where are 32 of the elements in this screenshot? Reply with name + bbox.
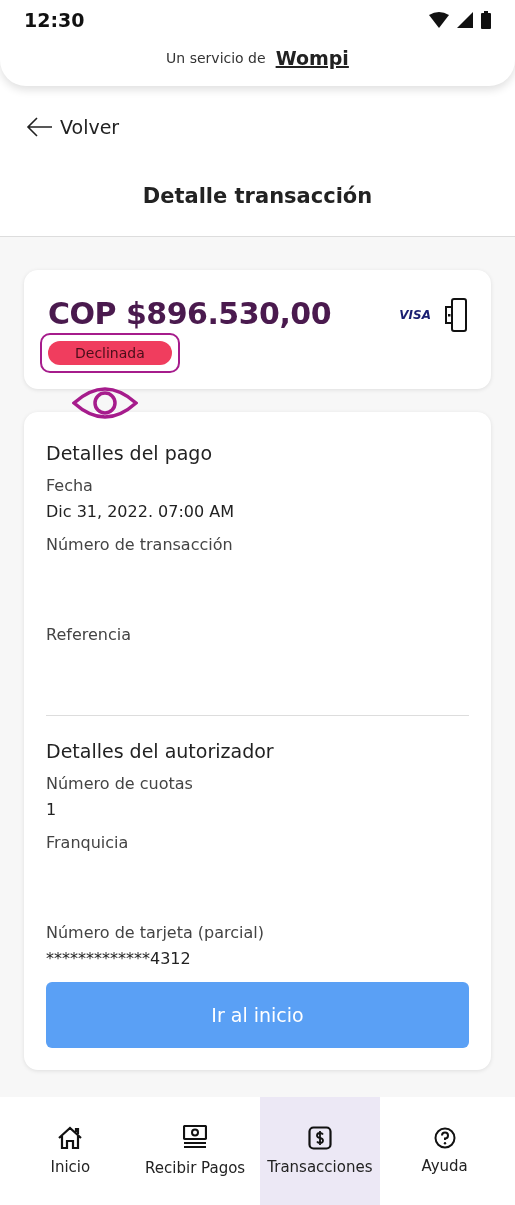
phone-card-icon xyxy=(445,298,467,332)
back-arrow-icon xyxy=(26,117,52,137)
wifi-icon xyxy=(429,12,449,28)
status-time: 12:30 xyxy=(24,9,85,31)
nav-tab[interactable]: Recibir Pagos xyxy=(134,1097,256,1205)
section-title: Detalles del autorizador xyxy=(46,740,275,762)
card-brand: VISA xyxy=(399,308,431,322)
amount: COP $896.530,00 xyxy=(48,296,332,331)
field-value: *************4312 xyxy=(46,949,192,968)
service-text: Un servicio de xyxy=(166,50,266,66)
nav-tab[interactable]: Inicio xyxy=(10,1097,131,1205)
section-title: Detalles del pago xyxy=(46,442,214,464)
field-value: 1 xyxy=(46,800,58,819)
dollar-icon xyxy=(307,1126,332,1150)
cash-icon xyxy=(183,1125,208,1151)
brand-logo: Wompi xyxy=(275,47,349,69)
field-label: Franquicia xyxy=(46,833,130,852)
field-label: Número de tarjeta (parcial) xyxy=(46,923,265,942)
help-icon xyxy=(433,1127,456,1149)
field-label: Referencia xyxy=(46,625,132,644)
status-badge: Declinada xyxy=(48,341,172,365)
field-label: Fecha xyxy=(46,476,94,495)
back-link[interactable]: Volver xyxy=(0,86,146,138)
nav-tab[interactable]: Transacciones xyxy=(259,1097,381,1205)
field-label: Número de cuotas xyxy=(46,774,194,793)
field-value: Dic 31, 2022. 07:00 AM xyxy=(46,502,235,521)
signal-icon xyxy=(457,12,473,28)
nav-tab[interactable]: Ayuda xyxy=(384,1097,505,1205)
home-icon xyxy=(57,1126,84,1150)
battery-icon xyxy=(481,11,491,29)
page-title: Detalle transacción xyxy=(141,183,374,210)
field-label: Número de transacción xyxy=(46,535,234,554)
